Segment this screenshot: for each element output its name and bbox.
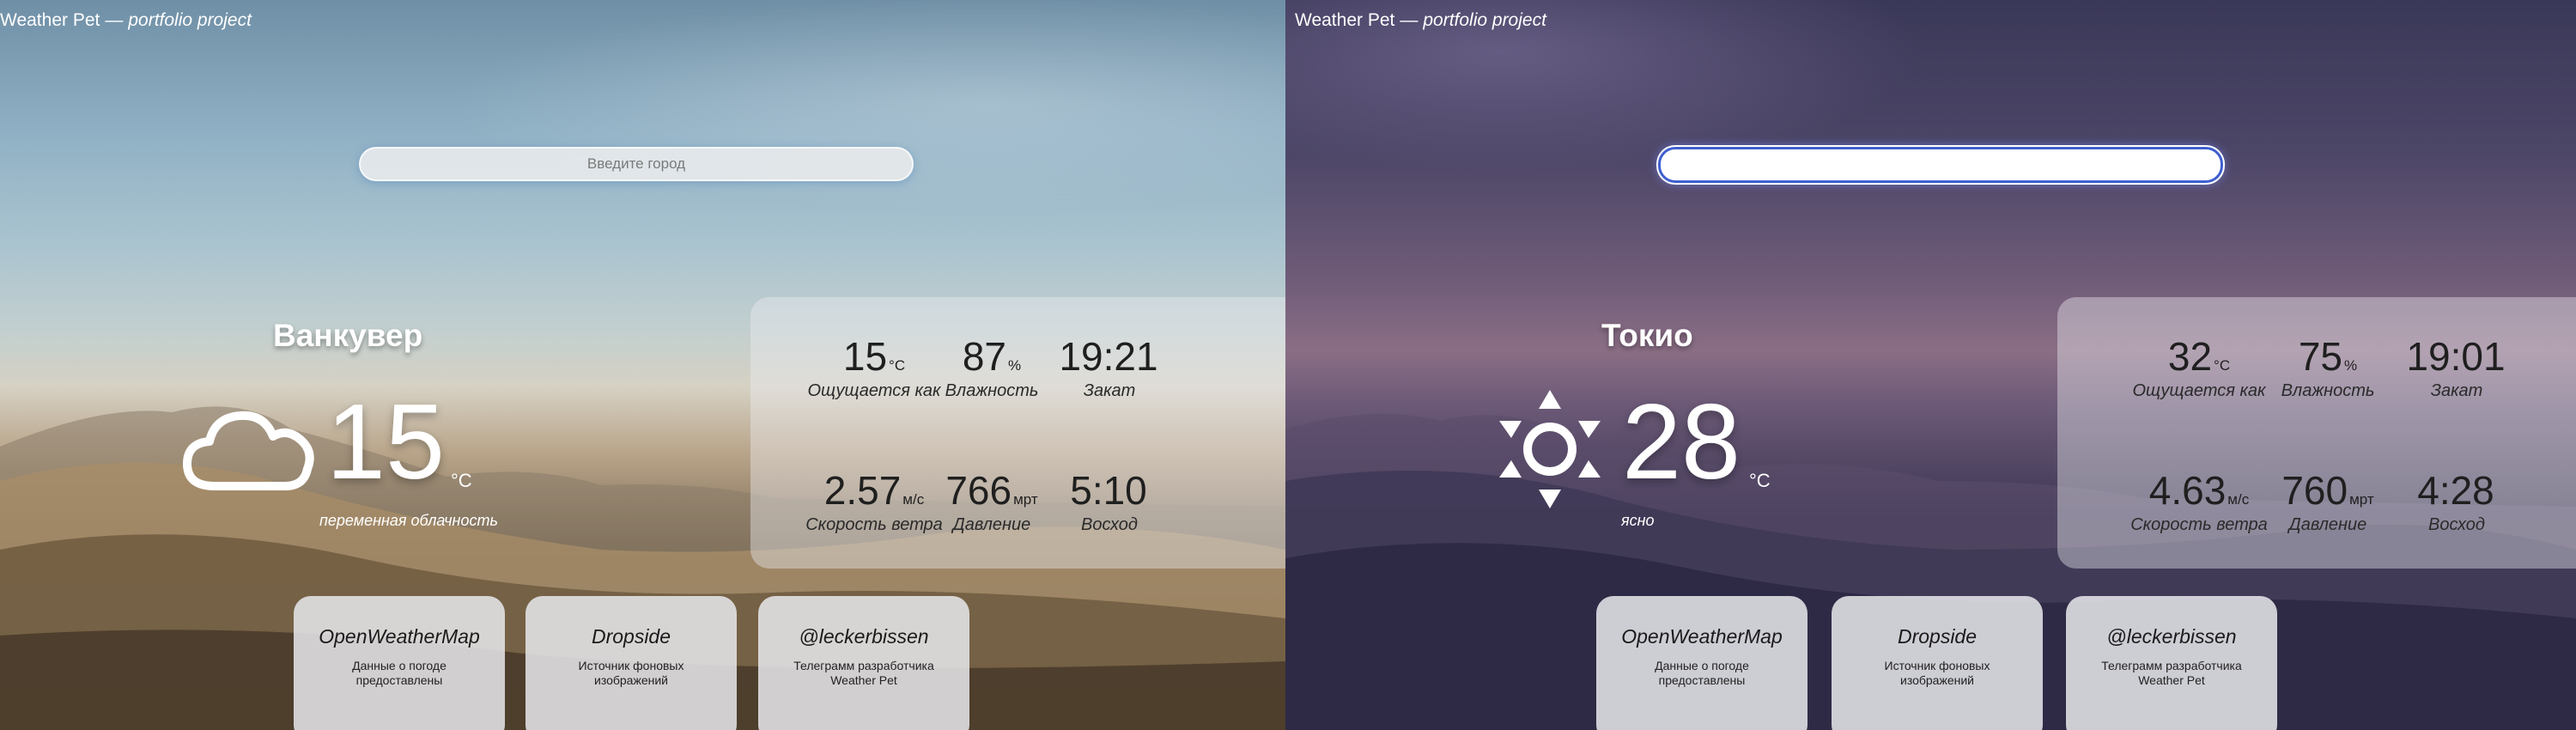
feels-like-label: Ощущается как bbox=[2132, 381, 2266, 400]
sunset-value: 19:21 bbox=[1059, 334, 1158, 379]
humidity-label: Влажность bbox=[2281, 381, 2375, 400]
wind-speed-unit: м/с bbox=[2227, 491, 2250, 508]
city-name: Ванкувер bbox=[273, 318, 423, 353]
sunset-value: 19:01 bbox=[2406, 334, 2506, 379]
temperature-unit: °C bbox=[451, 470, 472, 491]
temperature-value: 28 bbox=[1622, 383, 1741, 502]
sunrise-value: 4:28 bbox=[2417, 468, 2494, 513]
brand-separator: — bbox=[105, 10, 124, 30]
city-name: Токио bbox=[1601, 318, 1693, 353]
city-search-input[interactable] bbox=[359, 147, 914, 181]
credit-description: Телеграмм разработчика Weather Pet bbox=[793, 659, 934, 687]
feels-like-value: 32 bbox=[2167, 334, 2213, 379]
brand-name: Weather Pet bbox=[0, 10, 100, 30]
credit-title: OpenWeatherMap bbox=[319, 625, 480, 648]
wind-speed-value: 4.63 bbox=[2148, 468, 2227, 513]
pressure-unit: мрт bbox=[1013, 491, 1038, 508]
cloud-icon bbox=[183, 411, 314, 490]
credit-title: OpenWeatherMap bbox=[1621, 625, 1783, 648]
feels-like-unit: °C bbox=[2214, 357, 2231, 374]
brand-name: Weather Pet bbox=[1295, 10, 1395, 30]
sunrise-label: Восход bbox=[2428, 515, 2485, 534]
temperature-value: 15 bbox=[326, 383, 445, 502]
pressure-stat: 760 мрт Давление bbox=[2255, 467, 2401, 535]
credit-title: @leckerbissen bbox=[2106, 625, 2237, 648]
wind-speed-label: Скорость ветра bbox=[2130, 515, 2268, 534]
sunrise-stat: 5:10 Восход bbox=[1036, 467, 1182, 535]
weather-description: ясно bbox=[1621, 512, 1655, 529]
credit-description: Телеграмм разработчика Weather Pet bbox=[2101, 659, 2242, 687]
wind-speed-stat: 4.63 м/с Скорость ветра bbox=[2126, 467, 2272, 535]
pressure-label: Давление bbox=[2288, 515, 2367, 534]
credit-card-telegram[interactable]: @leckerbissen Телеграмм разработчика Wea… bbox=[2066, 596, 2277, 730]
brand-subtitle: portfolio project bbox=[128, 10, 252, 30]
feels-like-value: 15 bbox=[842, 334, 888, 379]
pressure-unit: мрт bbox=[2349, 491, 2374, 508]
credit-title: Dropside bbox=[591, 625, 671, 648]
credit-description: Данные о погоде предоставлены bbox=[352, 659, 447, 687]
brand-title: Weather Pet — portfolio project bbox=[0, 10, 252, 31]
credit-title: @leckerbissen bbox=[799, 625, 929, 648]
humidity-value: 87 bbox=[962, 334, 1007, 379]
weather-stats-card: 32 °C Ощущается как 75% Влажность 19:01 З… bbox=[2057, 297, 2576, 569]
credit-card-dropside[interactable]: Dropside Источник фоновых изображений bbox=[1832, 596, 2043, 730]
weather-stats-card: 15 °C Ощущается как 87% Влажность 19:21 З… bbox=[750, 297, 1285, 569]
humidity-unit: % bbox=[1008, 357, 1022, 374]
humidity-unit: % bbox=[2344, 357, 2358, 374]
brand-subtitle: portfolio project bbox=[1423, 10, 1546, 30]
sun-icon bbox=[1499, 390, 1601, 508]
credit-card-openweathermap[interactable]: OpenWeatherMap Данные о погоде предостав… bbox=[1596, 596, 1807, 730]
feels-like-unit: °C bbox=[889, 357, 906, 374]
pressure-value: 766 bbox=[945, 468, 1012, 513]
sunset-label: Закат bbox=[2430, 381, 2483, 400]
credit-description: Источник фоновых изображений bbox=[578, 659, 684, 687]
sunset-stat: 19:21 Закат bbox=[1036, 333, 1182, 401]
credit-card-dropside[interactable]: Dropside Источник фоновых изображений bbox=[526, 596, 737, 730]
sunset-label: Закат bbox=[1083, 381, 1136, 400]
brand-title: Weather Pet — portfolio project bbox=[1295, 10, 1546, 31]
brand-separator: — bbox=[1400, 10, 1419, 30]
sunrise-label: Восход bbox=[1081, 515, 1138, 534]
credit-card-openweathermap[interactable]: OpenWeatherMap Данные о погоде предостав… bbox=[294, 596, 505, 730]
city-search-input[interactable] bbox=[1658, 147, 2223, 183]
credit-card-telegram[interactable]: @leckerbissen Телеграмм разработчика Wea… bbox=[758, 596, 969, 730]
feels-like-stat: 32 °C Ощущается как bbox=[2126, 333, 2272, 401]
sunset-stat: 19:01 Закат bbox=[2384, 333, 2530, 401]
humidity-value: 75 bbox=[2298, 334, 2343, 379]
credit-description: Источник фоновых изображений bbox=[1884, 659, 1990, 687]
credit-description: Данные о погоде предоставлены bbox=[1655, 659, 1749, 687]
wind-speed-value: 2.57 bbox=[823, 468, 902, 513]
temperature-unit: °C bbox=[1749, 470, 1771, 491]
vancouver-screen: Weather Pet—portfolio project Ванкувер 1… bbox=[0, 0, 1285, 730]
weather-description: переменная облачность bbox=[319, 512, 498, 529]
pressure-value: 760 bbox=[2281, 468, 2348, 513]
credit-title: Dropside bbox=[1897, 625, 1978, 648]
sunrise-stat: 4:28 Восход bbox=[2384, 467, 2530, 535]
humidity-stat: 75% Влажность bbox=[2255, 333, 2401, 401]
tokyo-screen: Weather Pet — portfolio project Токио 28 °… bbox=[1285, 0, 2576, 730]
sunrise-value: 5:10 bbox=[1070, 468, 1147, 513]
